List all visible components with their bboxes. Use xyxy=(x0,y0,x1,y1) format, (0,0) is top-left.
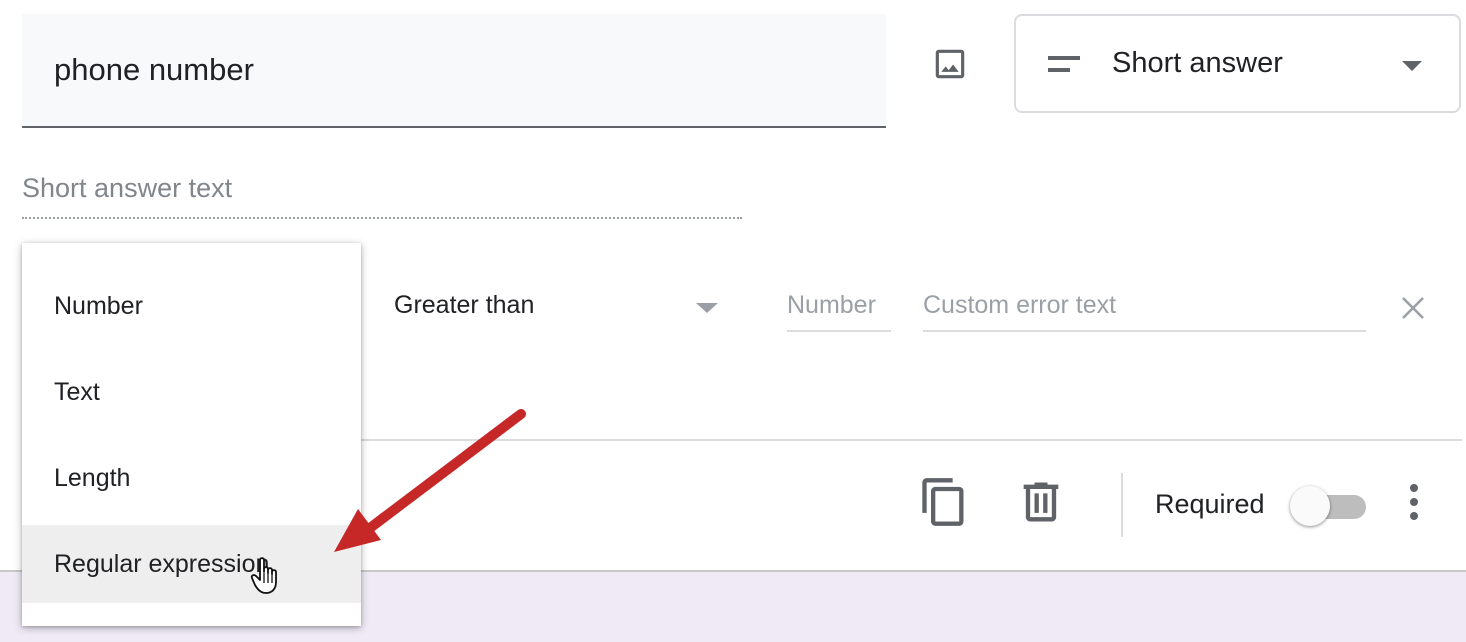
menu-item-text[interactable]: Text xyxy=(22,353,361,431)
menu-item-regular-expression[interactable]: Regular expression xyxy=(22,525,361,603)
chevron-down-icon xyxy=(696,303,718,313)
footer-vertical-divider xyxy=(1121,473,1123,537)
duplicate-button[interactable] xyxy=(918,476,970,528)
short-answer-underline xyxy=(22,217,742,219)
question-type-dropdown[interactable]: Short answer xyxy=(1014,14,1461,113)
close-icon xyxy=(1402,297,1424,319)
validation-type-menu: Number Text Length Regular expression xyxy=(22,243,361,626)
delete-button[interactable] xyxy=(1015,476,1067,528)
duplicate-icon xyxy=(922,478,964,526)
image-icon xyxy=(935,49,965,79)
custom-error-text-input[interactable]: Custom error text xyxy=(923,288,1366,332)
question-title-text: phone number xyxy=(54,52,254,87)
remove-validation-button[interactable] xyxy=(1392,287,1434,329)
required-label: Required xyxy=(1155,489,1265,519)
validation-number-input[interactable]: Number xyxy=(787,288,891,332)
question-title-field[interactable]: phone number xyxy=(22,14,886,128)
menu-item-length[interactable]: Length xyxy=(22,439,361,517)
add-image-button[interactable] xyxy=(924,38,976,90)
short-answer-placeholder: Short answer text xyxy=(22,173,233,203)
more-options-button[interactable] xyxy=(1396,478,1432,526)
toggle-knob xyxy=(1290,486,1330,526)
short-answer-icon xyxy=(1048,56,1080,72)
required-toggle[interactable] xyxy=(1290,485,1370,529)
dropdown-caret-icon xyxy=(1402,61,1422,71)
more-vert-icon xyxy=(1410,484,1418,520)
trash-icon xyxy=(1023,482,1059,522)
question-type-label: Short answer xyxy=(1112,47,1283,79)
menu-item-number[interactable]: Number xyxy=(22,267,361,345)
validation-condition-label: Greater than xyxy=(394,291,535,319)
